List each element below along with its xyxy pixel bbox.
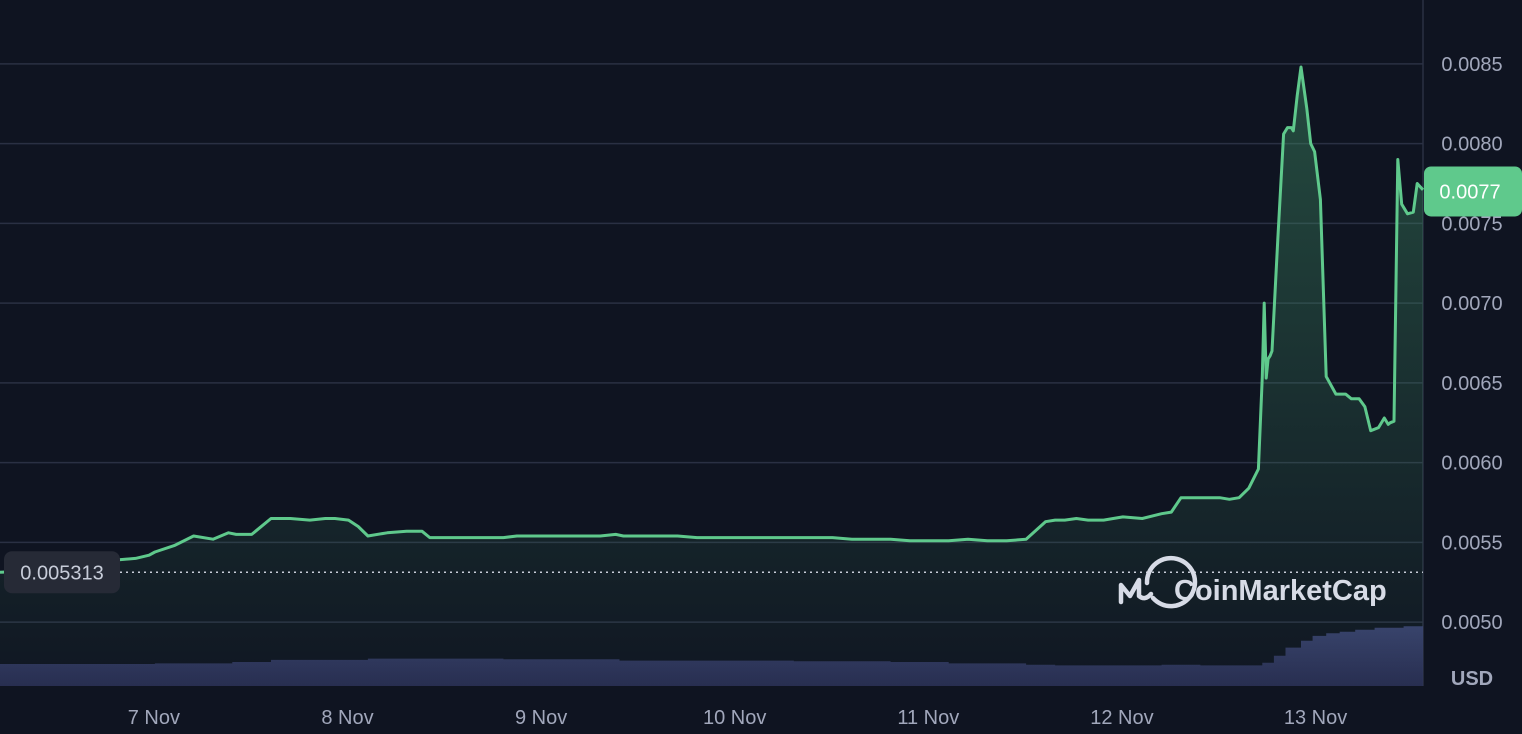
price-chart[interactable]: 0.0050 0.0055 0.0060 0.0065 0.0070 0.0075 0.00… (0, 0, 1522, 734)
x-tick-label: 12 Nov (1090, 707, 1153, 729)
x-tick-label: 9 Nov (515, 707, 567, 729)
watermark-text: CoinMarketCap (1174, 575, 1387, 607)
x-tick-label: 7 Nov (128, 707, 180, 729)
x-tick-label: 10 Nov (703, 707, 766, 729)
y-tick-label: 0.0050 (1441, 612, 1502, 634)
price-chart-svg[interactable]: 0.0050 0.0055 0.0060 0.0065 0.0070 0.0075 0.00… (0, 0, 1522, 734)
x-axis-ticks: 7 Nov 8 Nov 9 Nov 10 Nov 11 Nov 12 Nov 13 Nov (128, 707, 1347, 729)
y-tick-label: 0.0055 (1441, 532, 1502, 554)
y-tick-label: 0.0070 (1441, 293, 1502, 315)
x-tick-label: 11 Nov (897, 707, 959, 729)
x-tick-label: 13 Nov (1284, 707, 1347, 729)
current-price-label: 0.0077 (1439, 181, 1500, 203)
y-tick-label: 0.0060 (1441, 453, 1502, 475)
current-price-badge: 0.0077 (1424, 166, 1522, 217)
open-price-label: 0.005313 (20, 562, 103, 584)
open-price-badge: 0.005313 (4, 551, 120, 594)
x-tick-label: 8 Nov (321, 707, 373, 729)
y-tick-label: 0.0075 (1441, 213, 1502, 235)
y-axis-ticks: 0.0050 0.0055 0.0060 0.0065 0.0070 0.0075 0.00… (1441, 54, 1502, 634)
y-tick-label: 0.0080 (1441, 134, 1502, 156)
currency-unit-label: USD (1451, 668, 1493, 690)
y-tick-label: 0.0065 (1441, 373, 1502, 395)
y-tick-label: 0.0085 (1441, 54, 1502, 76)
